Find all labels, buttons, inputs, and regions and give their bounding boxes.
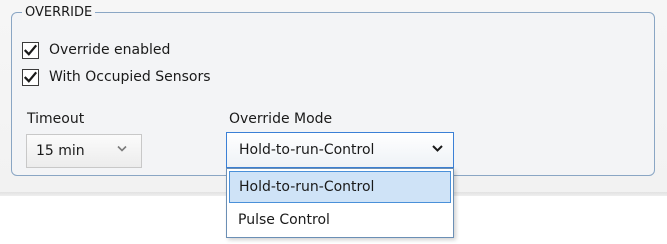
checkmark-icon [24,71,37,83]
with-occupied-sensors-checkbox-box[interactable] [22,68,39,86]
with-occupied-sensors-label: With Occupied Sensors [49,69,211,85]
chevron-down-icon [432,145,443,152]
override-enabled-label: Override enabled [49,42,171,58]
override-enabled-checkbox-box[interactable] [22,41,39,59]
override-group-legend: OVERRIDE [22,5,96,20]
override-mode-dropdown-list: Hold-to-run-Control Pulse Control [226,168,454,238]
override-enabled-checkbox[interactable]: Override enabled [22,40,170,60]
dropdown-option-pulse-control[interactable]: Pulse Control [229,204,451,236]
timeout-label: Timeout [27,111,85,127]
checkmark-icon [24,44,37,56]
override-mode-select[interactable]: Hold-to-run-Control [226,132,454,168]
dropdown-option-hold-to-run-control[interactable]: Hold-to-run-Control [229,171,451,203]
with-occupied-sensors-checkbox[interactable]: With Occupied Sensors [22,67,211,87]
override-mode-label: Override Mode [229,111,333,127]
timeout-select[interactable]: 15 min [26,134,142,168]
timeout-select-value: 15 min [36,143,85,159]
chevron-down-icon [117,145,127,152]
override-mode-select-value: Hold-to-run-Control [239,142,375,158]
